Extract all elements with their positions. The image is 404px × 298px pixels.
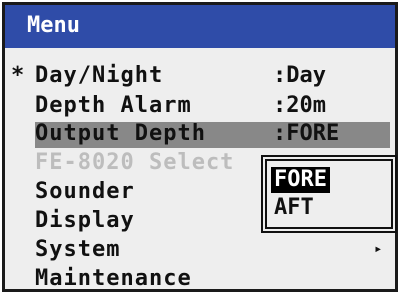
option-aft[interactable]: AFT bbox=[271, 195, 317, 221]
menu-item-day-night[interactable]: * Day/Night :Day bbox=[5, 63, 397, 93]
menu-item-label: Display bbox=[35, 208, 135, 233]
option-fore[interactable]: FORE bbox=[271, 167, 330, 193]
title-bar: Menu bbox=[5, 5, 395, 48]
output-depth-options-popup: FORE AFT bbox=[261, 155, 397, 233]
menu-item-value: :20m bbox=[273, 93, 326, 118]
menu-item-value: :Day bbox=[273, 63, 326, 88]
current-item-marker: * bbox=[11, 63, 25, 88]
submenu-arrow-icon: ▸ bbox=[374, 241, 383, 257]
menu-item-label: Depth Alarm bbox=[35, 93, 192, 118]
menu-item-output-depth[interactable]: Output Depth :FORE bbox=[5, 121, 397, 151]
menu-item-maintenance[interactable]: Maintenance bbox=[5, 266, 397, 296]
menu-item-label: Sounder bbox=[35, 179, 135, 204]
menu-item-label: FE-8020 Select bbox=[35, 150, 235, 175]
menu-item-label: System bbox=[35, 237, 121, 262]
menu-item-label: Maintenance bbox=[35, 266, 192, 291]
menu-title: Menu bbox=[27, 13, 80, 38]
menu-item-label: Day/Night bbox=[35, 63, 164, 88]
menu-item-depth-alarm[interactable]: Depth Alarm :20m bbox=[5, 93, 397, 123]
menu-item-system[interactable]: System ▸ bbox=[5, 237, 397, 267]
menu-item-value: :FORE bbox=[273, 121, 340, 146]
menu-window: Menu * Day/Night :Day Depth Alarm :20m O… bbox=[2, 2, 398, 292]
menu-item-label: Output Depth bbox=[35, 121, 206, 146]
